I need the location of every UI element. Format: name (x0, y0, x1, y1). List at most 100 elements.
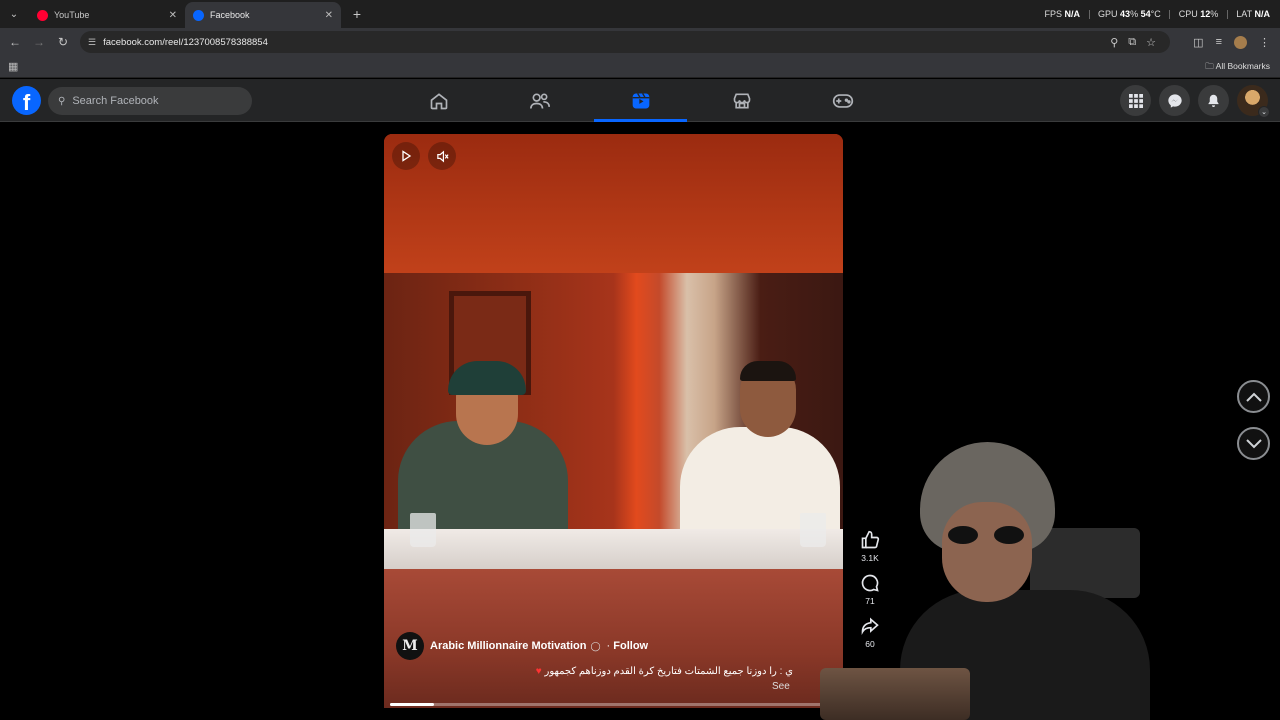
messenger-icon (1167, 93, 1182, 108)
streamer-face (942, 502, 1032, 602)
play-button[interactable] (392, 142, 420, 170)
bookmarks-bar: ▦ 🗀 All Bookmarks (0, 56, 1280, 78)
glass-left (410, 513, 436, 547)
friends-icon (529, 93, 550, 109)
like-count: 3.1K (861, 553, 879, 563)
comment-count: 71 (865, 596, 875, 606)
marketplace-icon (733, 93, 750, 108)
profile-avatar[interactable] (1234, 35, 1247, 49)
share-icon (861, 617, 879, 635)
speaker-muted-icon (436, 150, 449, 162)
extensions-icon[interactable]: ◫ (1193, 36, 1203, 49)
comment-button[interactable]: 71 (860, 573, 880, 606)
reel-video-player[interactable]: M Arabic Millionnaire Motivation ◯ · Fol… (384, 134, 843, 708)
facebook-logo[interactable]: f (12, 86, 41, 115)
play-icon (402, 150, 412, 162)
reels-icon (632, 92, 649, 108)
all-bookmarks-button[interactable]: 🗀 All Bookmarks (1205, 61, 1270, 75)
performance-overlay: FPS N/A GPU 43% 54°C CPU 12% LAT N/A (1044, 9, 1271, 20)
search-icon: ⚲ (58, 95, 66, 107)
nav-home[interactable] (388, 79, 489, 122)
reel-caption: ي : را دوزنا جميع الشمتات فتاريخ كرة الق… (536, 666, 793, 677)
menu-kebab-icon[interactable]: ⋮ (1259, 36, 1270, 49)
gaming-chair (1030, 528, 1140, 598)
home-icon (430, 92, 447, 109)
nav-gaming[interactable] (792, 79, 893, 122)
tab-facebook[interactable]: Facebook ✕ (185, 2, 341, 28)
mute-button[interactable] (428, 142, 456, 170)
tab-title: YouTube (54, 10, 90, 20)
gaming-icon (832, 93, 853, 108)
facebook-favicon-icon (193, 9, 204, 21)
tab-search-chevron-icon[interactable]: ⌄ (3, 3, 25, 25)
chevron-down-icon: ⌄ (1258, 106, 1270, 118)
close-tab-icon[interactable]: ✕ (169, 10, 177, 21)
gpu-label: GPU (1098, 9, 1118, 19)
facebook-header: f ⚲ Search Facebook ⌄ (0, 79, 1280, 122)
menu-grid-button[interactable] (1120, 85, 1151, 116)
comment-icon (861, 574, 879, 592)
address-toolbar: ← → ↻ ☰ facebook.com/reel/12370085783888… (0, 28, 1280, 56)
forward-arrow-icon[interactable]: → (27, 30, 51, 54)
youtube-favicon-icon (37, 9, 48, 21)
fps-value: N/A (1064, 9, 1080, 19)
all-bookmarks-label: All Bookmarks (1215, 61, 1270, 71)
fps-label: FPS (1044, 9, 1062, 19)
like-button[interactable]: 3.1K (860, 530, 880, 563)
header-actions: ⌄ (1120, 85, 1270, 118)
search-input[interactable]: ⚲ Search Facebook (48, 87, 252, 115)
nav-reels[interactable] (590, 79, 691, 122)
next-reel-button[interactable] (1237, 427, 1270, 460)
gpu-value: 43 (1120, 9, 1131, 19)
back-arrow-icon[interactable]: ← (3, 30, 27, 54)
mug (820, 668, 970, 720)
red-heart-icon: ♥ (535, 666, 542, 677)
share-button[interactable]: 60 (860, 616, 880, 649)
previous-reel-button[interactable] (1237, 380, 1270, 413)
address-bar[interactable]: ☰ facebook.com/reel/1237008578388854 ⚲ ⧉… (80, 31, 1170, 53)
progress-fill (390, 703, 435, 706)
nav-marketplace[interactable] (691, 79, 792, 122)
nav-friends[interactable] (489, 79, 590, 122)
author-name[interactable]: Arabic Millionnaire Motivation (430, 640, 586, 652)
sunglasses (946, 526, 1030, 544)
url-text: facebook.com/reel/1237008578388854 (103, 36, 268, 48)
site-info-icon[interactable]: ☰ (88, 37, 96, 48)
glass-right (800, 513, 826, 547)
author-avatar[interactable]: M (396, 632, 424, 660)
follow-button[interactable]: Follow (613, 640, 648, 652)
apps-grid-icon[interactable]: ▦ (8, 60, 18, 73)
bell-icon (1208, 94, 1219, 107)
video-progress-bar[interactable] (390, 703, 834, 706)
browser-tab-strip: ⌄ YouTube ✕ Facebook ✕ + FPS N/A GPU 43%… (0, 0, 1280, 28)
gpu-temp: 54 (1140, 9, 1151, 19)
bookmark-star-icon[interactable]: ☆ (1146, 36, 1156, 49)
zoom-icon[interactable]: ⚲ (1110, 36, 1118, 49)
install-app-icon[interactable]: ⧉ (1128, 36, 1136, 49)
account-avatar[interactable]: ⌄ (1237, 85, 1270, 118)
reading-list-icon[interactable]: ≡ (1216, 36, 1222, 48)
video-frame (384, 273, 843, 569)
lat-label: LAT (1236, 9, 1252, 19)
new-tab-button[interactable]: + (347, 4, 367, 24)
tab-title: Facebook (210, 10, 250, 20)
webcam-overlay (820, 430, 1180, 720)
messenger-button[interactable] (1159, 85, 1190, 116)
lat-value: N/A (1254, 9, 1271, 19)
search-placeholder: Search Facebook (72, 95, 159, 107)
notifications-button[interactable] (1198, 85, 1229, 116)
table (384, 529, 843, 569)
caption-text: ي : را دوزنا جميع الشمتات فتاريخ كرة الق… (544, 666, 793, 677)
grid-menu-icon (1128, 93, 1143, 108)
reel-author: M Arabic Millionnaire Motivation ◯ · Fol… (396, 632, 648, 660)
cpu-label: CPU (1178, 9, 1198, 19)
tab-youtube[interactable]: YouTube ✕ (29, 2, 185, 28)
see-more-link[interactable]: See (772, 681, 790, 692)
separator-dot: · (606, 640, 611, 652)
main-nav (388, 79, 893, 122)
close-tab-icon[interactable]: ✕ (325, 10, 333, 21)
reload-icon[interactable]: ↻ (51, 30, 75, 54)
share-count: 60 (865, 639, 875, 649)
cpu-value: 12 (1200, 9, 1211, 19)
verified-icon: ◯ (590, 640, 601, 651)
